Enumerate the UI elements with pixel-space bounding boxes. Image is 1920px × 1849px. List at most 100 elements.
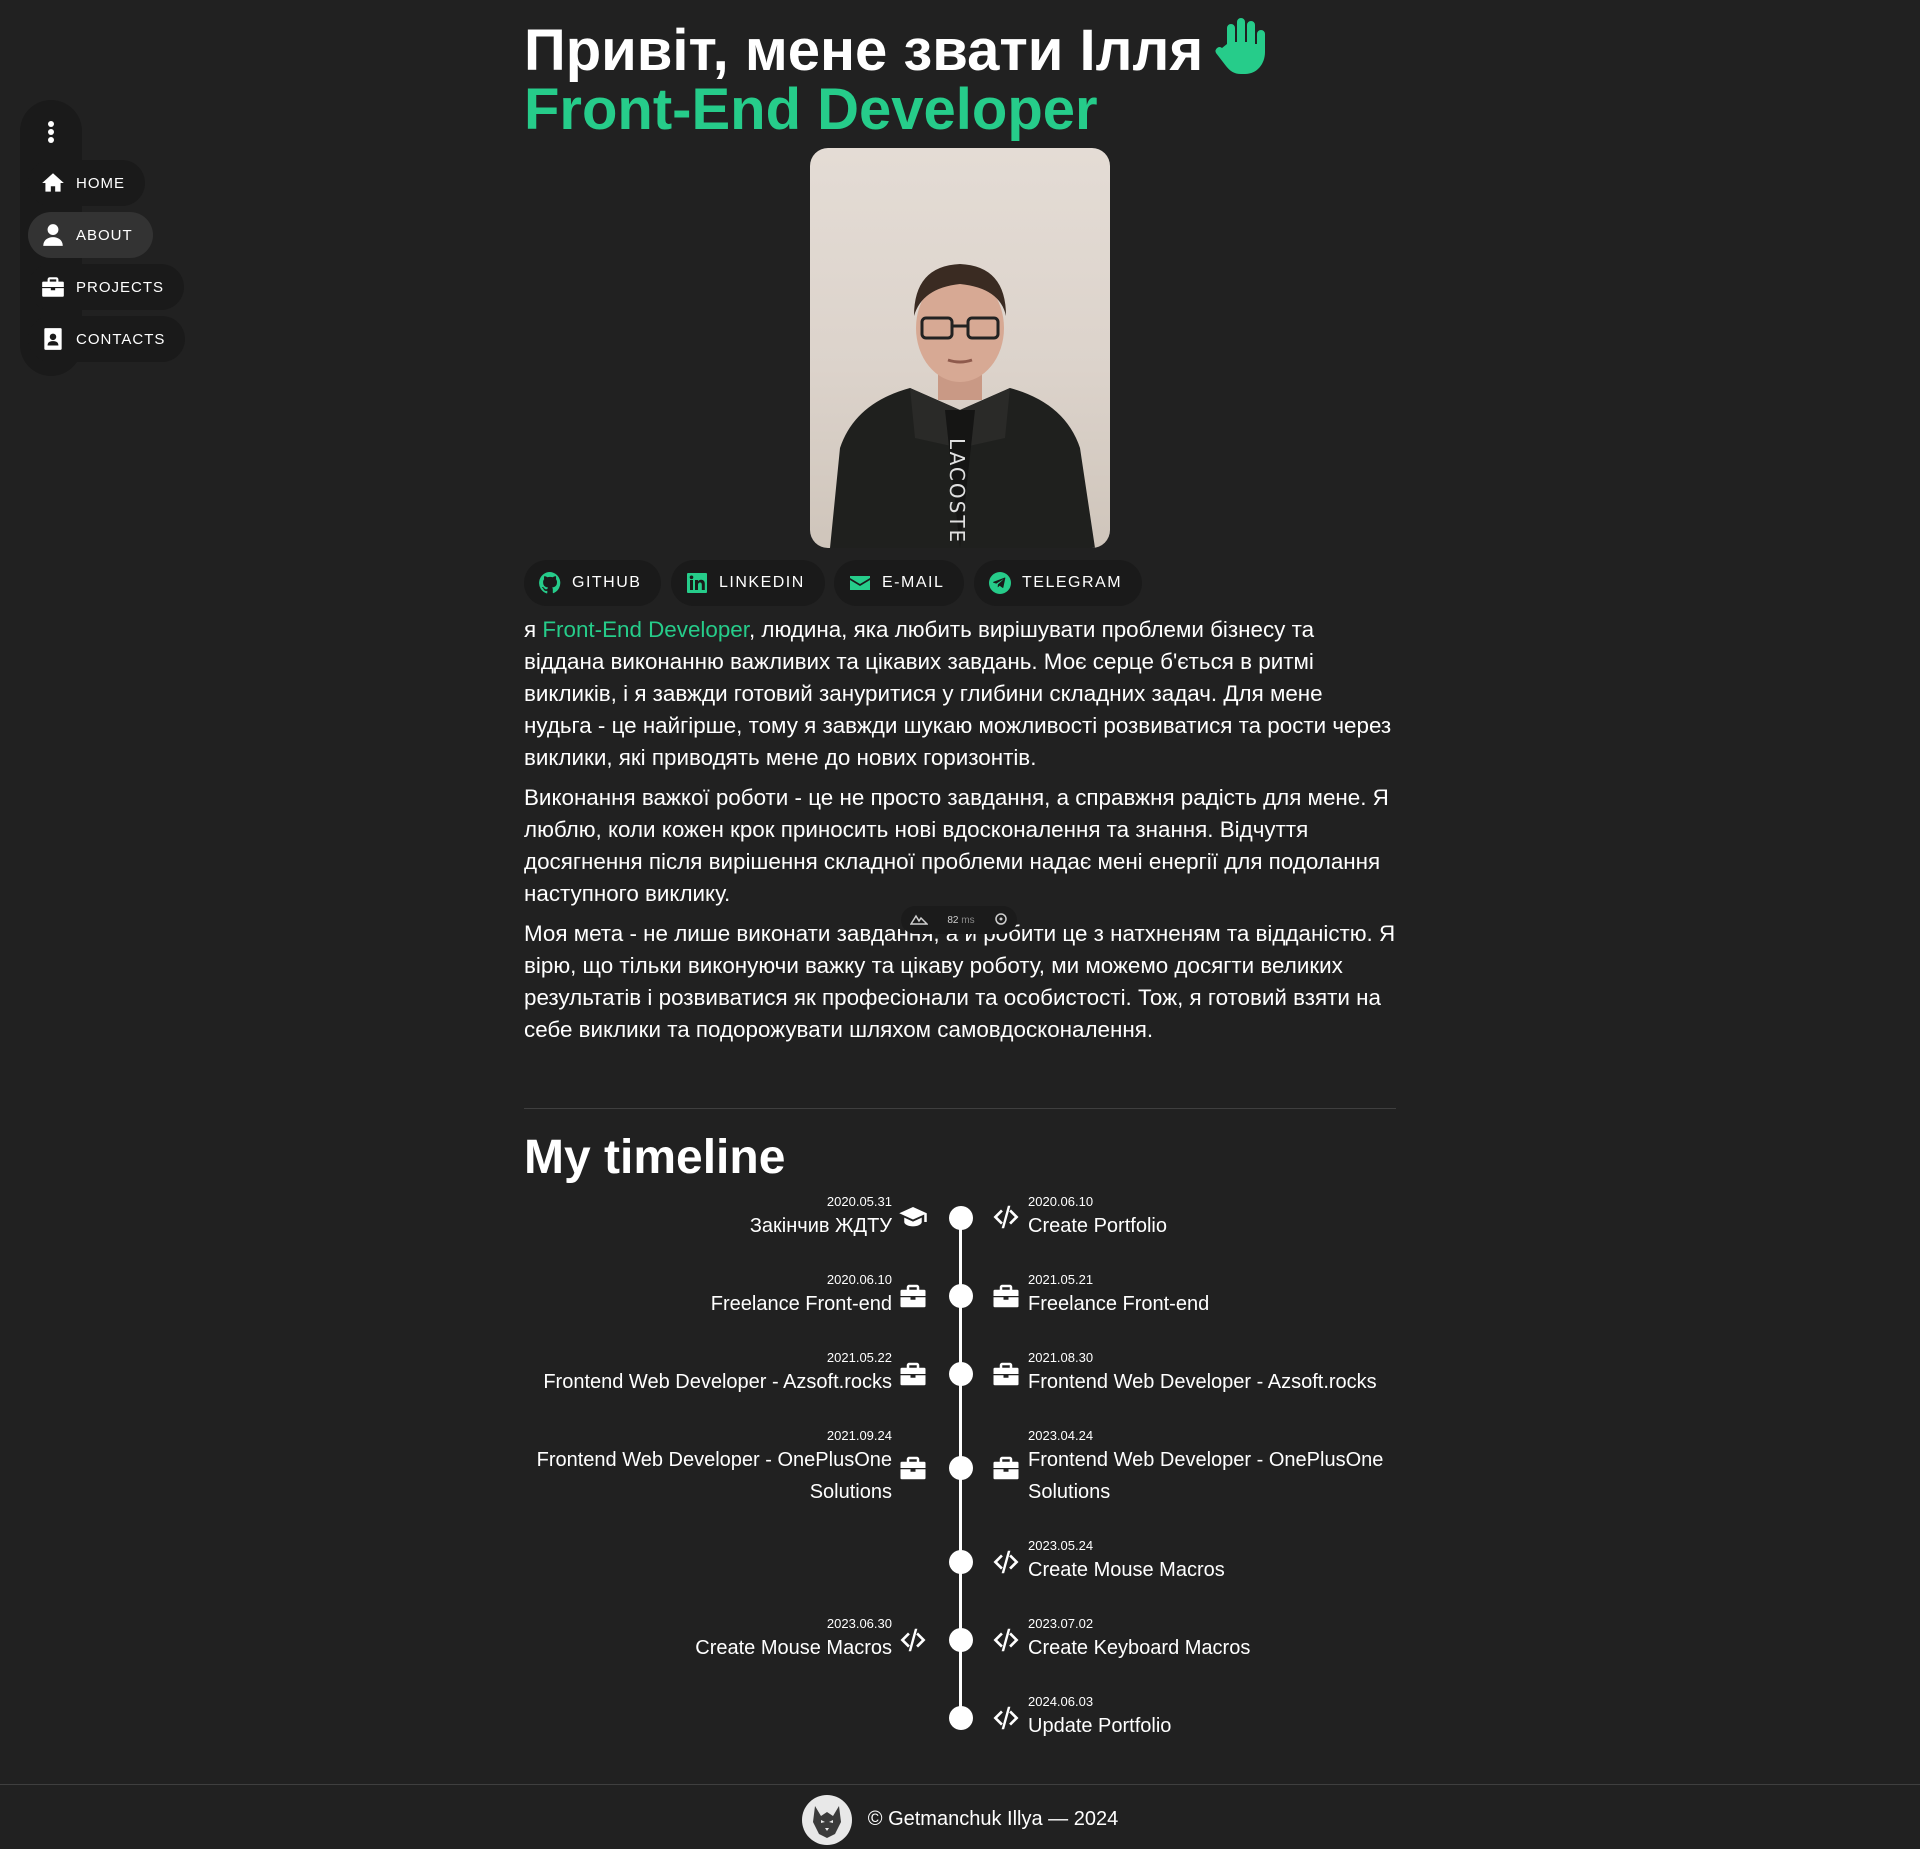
timeline-entry-left: 2021.09.24 Frontend Web Developer - OneP… — [524, 1428, 892, 1508]
timeline-entry-right: 2023.07.02 Create Keyboard Macros — [1028, 1616, 1250, 1664]
nav-item-contacts[interactable]: Contacts — [28, 316, 186, 362]
perf-widget[interactable]: 82 ms — [901, 906, 1017, 934]
timeline-dot — [948, 1362, 973, 1386]
timeline-entry-left: 2020.05.31 Закінчив ЖДТУ — [750, 1194, 892, 1242]
timeline-date: 2023.05.24 — [1028, 1538, 1094, 1553]
perf-unit: ms — [961, 914, 975, 926]
timeline-date: 2024.06.03 — [1028, 1694, 1094, 1709]
footer-divider — [0, 1784, 1920, 1785]
linkedin-button[interactable]: LinkedIn — [671, 560, 825, 606]
timeline-dot — [948, 1284, 973, 1308]
timeline-entry-left: 2023.06.30 Create Mouse Macros — [695, 1616, 892, 1664]
nav-item-label: Contacts — [76, 330, 166, 348]
timeline-title-text: Freelance Front-end — [710, 1293, 892, 1315]
code-icon — [991, 1703, 1021, 1733]
about-section: я Front-End Developer, людина, яка любит… — [524, 614, 1396, 1054]
timeline-entry-right: 2021.08.30 Frontend Web Developer - Azso… — [1028, 1350, 1377, 1398]
timeline-entry-right: 2023.04.24 Frontend Web Developer - OneP… — [1028, 1428, 1396, 1508]
github-label: GitHub — [572, 574, 642, 591]
timeline-entry-right: 2021.05.21 Freelance Front-end — [1028, 1272, 1209, 1320]
about-paragraph-1: я Front-End Developer, людина, яка любит… — [524, 614, 1396, 774]
timeline-date: 2023.06.30 — [826, 1616, 892, 1631]
timeline-date: 2021.09.24 — [826, 1428, 892, 1443]
github-button[interactable]: GitHub — [524, 560, 662, 606]
timeline-date: 2021.05.21 — [1028, 1272, 1094, 1287]
timeline-title-text: Create Mouse Macros — [695, 1637, 892, 1659]
timeline-dot — [948, 1456, 973, 1480]
nav-item-label: Home — [76, 174, 125, 192]
about-paragraph-2: Виконання важкої роботи - це не просто з… — [524, 785, 1389, 906]
code-icon — [991, 1625, 1021, 1655]
role-heading: Front-End Developer — [524, 77, 1098, 142]
perf-value: 82 ms — [947, 915, 974, 926]
nav-item-label: About — [76, 226, 133, 244]
briefcase-icon — [898, 1453, 928, 1483]
nav-item-home[interactable]: Home — [28, 160, 145, 206]
nav-item-about[interactable]: About — [28, 212, 153, 258]
timeline-title-text: Create Portfolio — [1028, 1215, 1167, 1237]
about-prefix: я — [524, 617, 543, 642]
section-divider — [524, 1108, 1396, 1109]
timeline-title-text: Закінчив ЖДТУ — [749, 1215, 892, 1237]
timeline-date: 2021.08.30 — [1028, 1350, 1094, 1365]
linkedin-label: LinkedIn — [719, 574, 805, 591]
nav-item-projects[interactable]: Projects — [28, 264, 185, 310]
user-icon — [43, 224, 63, 246]
contact-card-icon — [44, 328, 62, 350]
timeline-date: 2023.07.02 — [1028, 1616, 1094, 1631]
nav-item-label: Projects — [76, 278, 165, 296]
target-icon — [994, 912, 1008, 929]
timeline-title: My timeline — [524, 1131, 786, 1184]
briefcase-icon — [991, 1359, 1021, 1389]
telegram-icon — [989, 572, 1011, 594]
briefcase-icon — [991, 1453, 1021, 1483]
timeline-title-text: Frontend Web Developer - Azsoft.rocks — [1028, 1371, 1377, 1393]
timeline-dot — [948, 1706, 973, 1730]
github-icon — [539, 572, 561, 594]
briefcase-icon — [42, 277, 64, 297]
timeline-title-text: Frontend Web Developer - OnePlusOne Solu… — [536, 1449, 892, 1503]
timeline-title-text: Create Keyboard Macros — [1028, 1637, 1251, 1659]
graduation-cap-icon — [898, 1202, 928, 1232]
svg-text:LACOSTE: LACOSTE — [945, 438, 969, 544]
timeline-entry-right: 2024.06.03 Update Portfolio — [1028, 1694, 1171, 1742]
email-button[interactable]: E-mail — [834, 560, 965, 606]
timeline-dot — [948, 1206, 973, 1230]
profile-photo: LACOSTE — [810, 148, 1110, 548]
telegram-label: Telegram — [1022, 574, 1123, 591]
timeline-date: 2021.05.22 — [826, 1350, 892, 1365]
code-icon — [991, 1547, 1021, 1577]
telegram-button[interactable]: Telegram — [974, 560, 1143, 606]
email-label: E-mail — [882, 574, 945, 591]
role-highlight: Front-End Developer — [542, 617, 749, 642]
mountain-icon — [910, 913, 930, 928]
footer: © Getmanchuk Illya — 2024 — [0, 1790, 1920, 1849]
timeline-date: 2020.05.31 — [826, 1194, 892, 1209]
copyright-text: © Getmanchuk Illya — 2024 — [867, 1808, 1119, 1830]
timeline-title-text: Frontend Web Developer - Azsoft.rocks — [543, 1371, 892, 1393]
timeline-title-text: Freelance Front-end — [1028, 1293, 1210, 1315]
timeline-title-text: Frontend Web Developer - OnePlusOne Solu… — [1028, 1449, 1384, 1503]
briefcase-icon — [991, 1281, 1021, 1311]
timeline-entry-left: 2020.06.10 Freelance Front-end — [711, 1272, 892, 1320]
code-icon — [898, 1625, 928, 1655]
briefcase-icon — [898, 1281, 928, 1311]
timeline-dot — [948, 1628, 973, 1652]
more-vertical-icon[interactable] — [20, 118, 82, 146]
timeline-date: 2020.06.10 — [826, 1272, 892, 1287]
code-icon — [991, 1202, 1021, 1232]
timeline-entry-left: 2021.05.22 Frontend Web Developer - Azso… — [543, 1350, 892, 1398]
waving-hand-icon — [1213, 14, 1273, 89]
perf-number: 82 — [947, 914, 959, 926]
mail-icon — [850, 576, 870, 590]
timeline-entry-right: 2023.05.24 Create Mouse Macros — [1028, 1538, 1225, 1586]
timeline: 2020.05.31 Закінчив ЖДТУ 2020.06.10 Free… — [524, 1190, 1396, 1750]
timeline-title-text: Create Mouse Macros — [1028, 1559, 1225, 1581]
timeline-date: 2020.06.10 — [1028, 1194, 1094, 1209]
briefcase-icon — [898, 1359, 928, 1389]
wolf-logo-icon — [801, 1794, 852, 1845]
about-paragraph-3: Моя мета - не лише виконати завдання, а … — [524, 921, 1396, 1042]
timeline-entry-right: 2020.06.10 Create Portfolio — [1028, 1194, 1167, 1242]
linkedin-icon — [687, 573, 707, 593]
timeline-title-text: Update Portfolio — [1028, 1715, 1172, 1737]
